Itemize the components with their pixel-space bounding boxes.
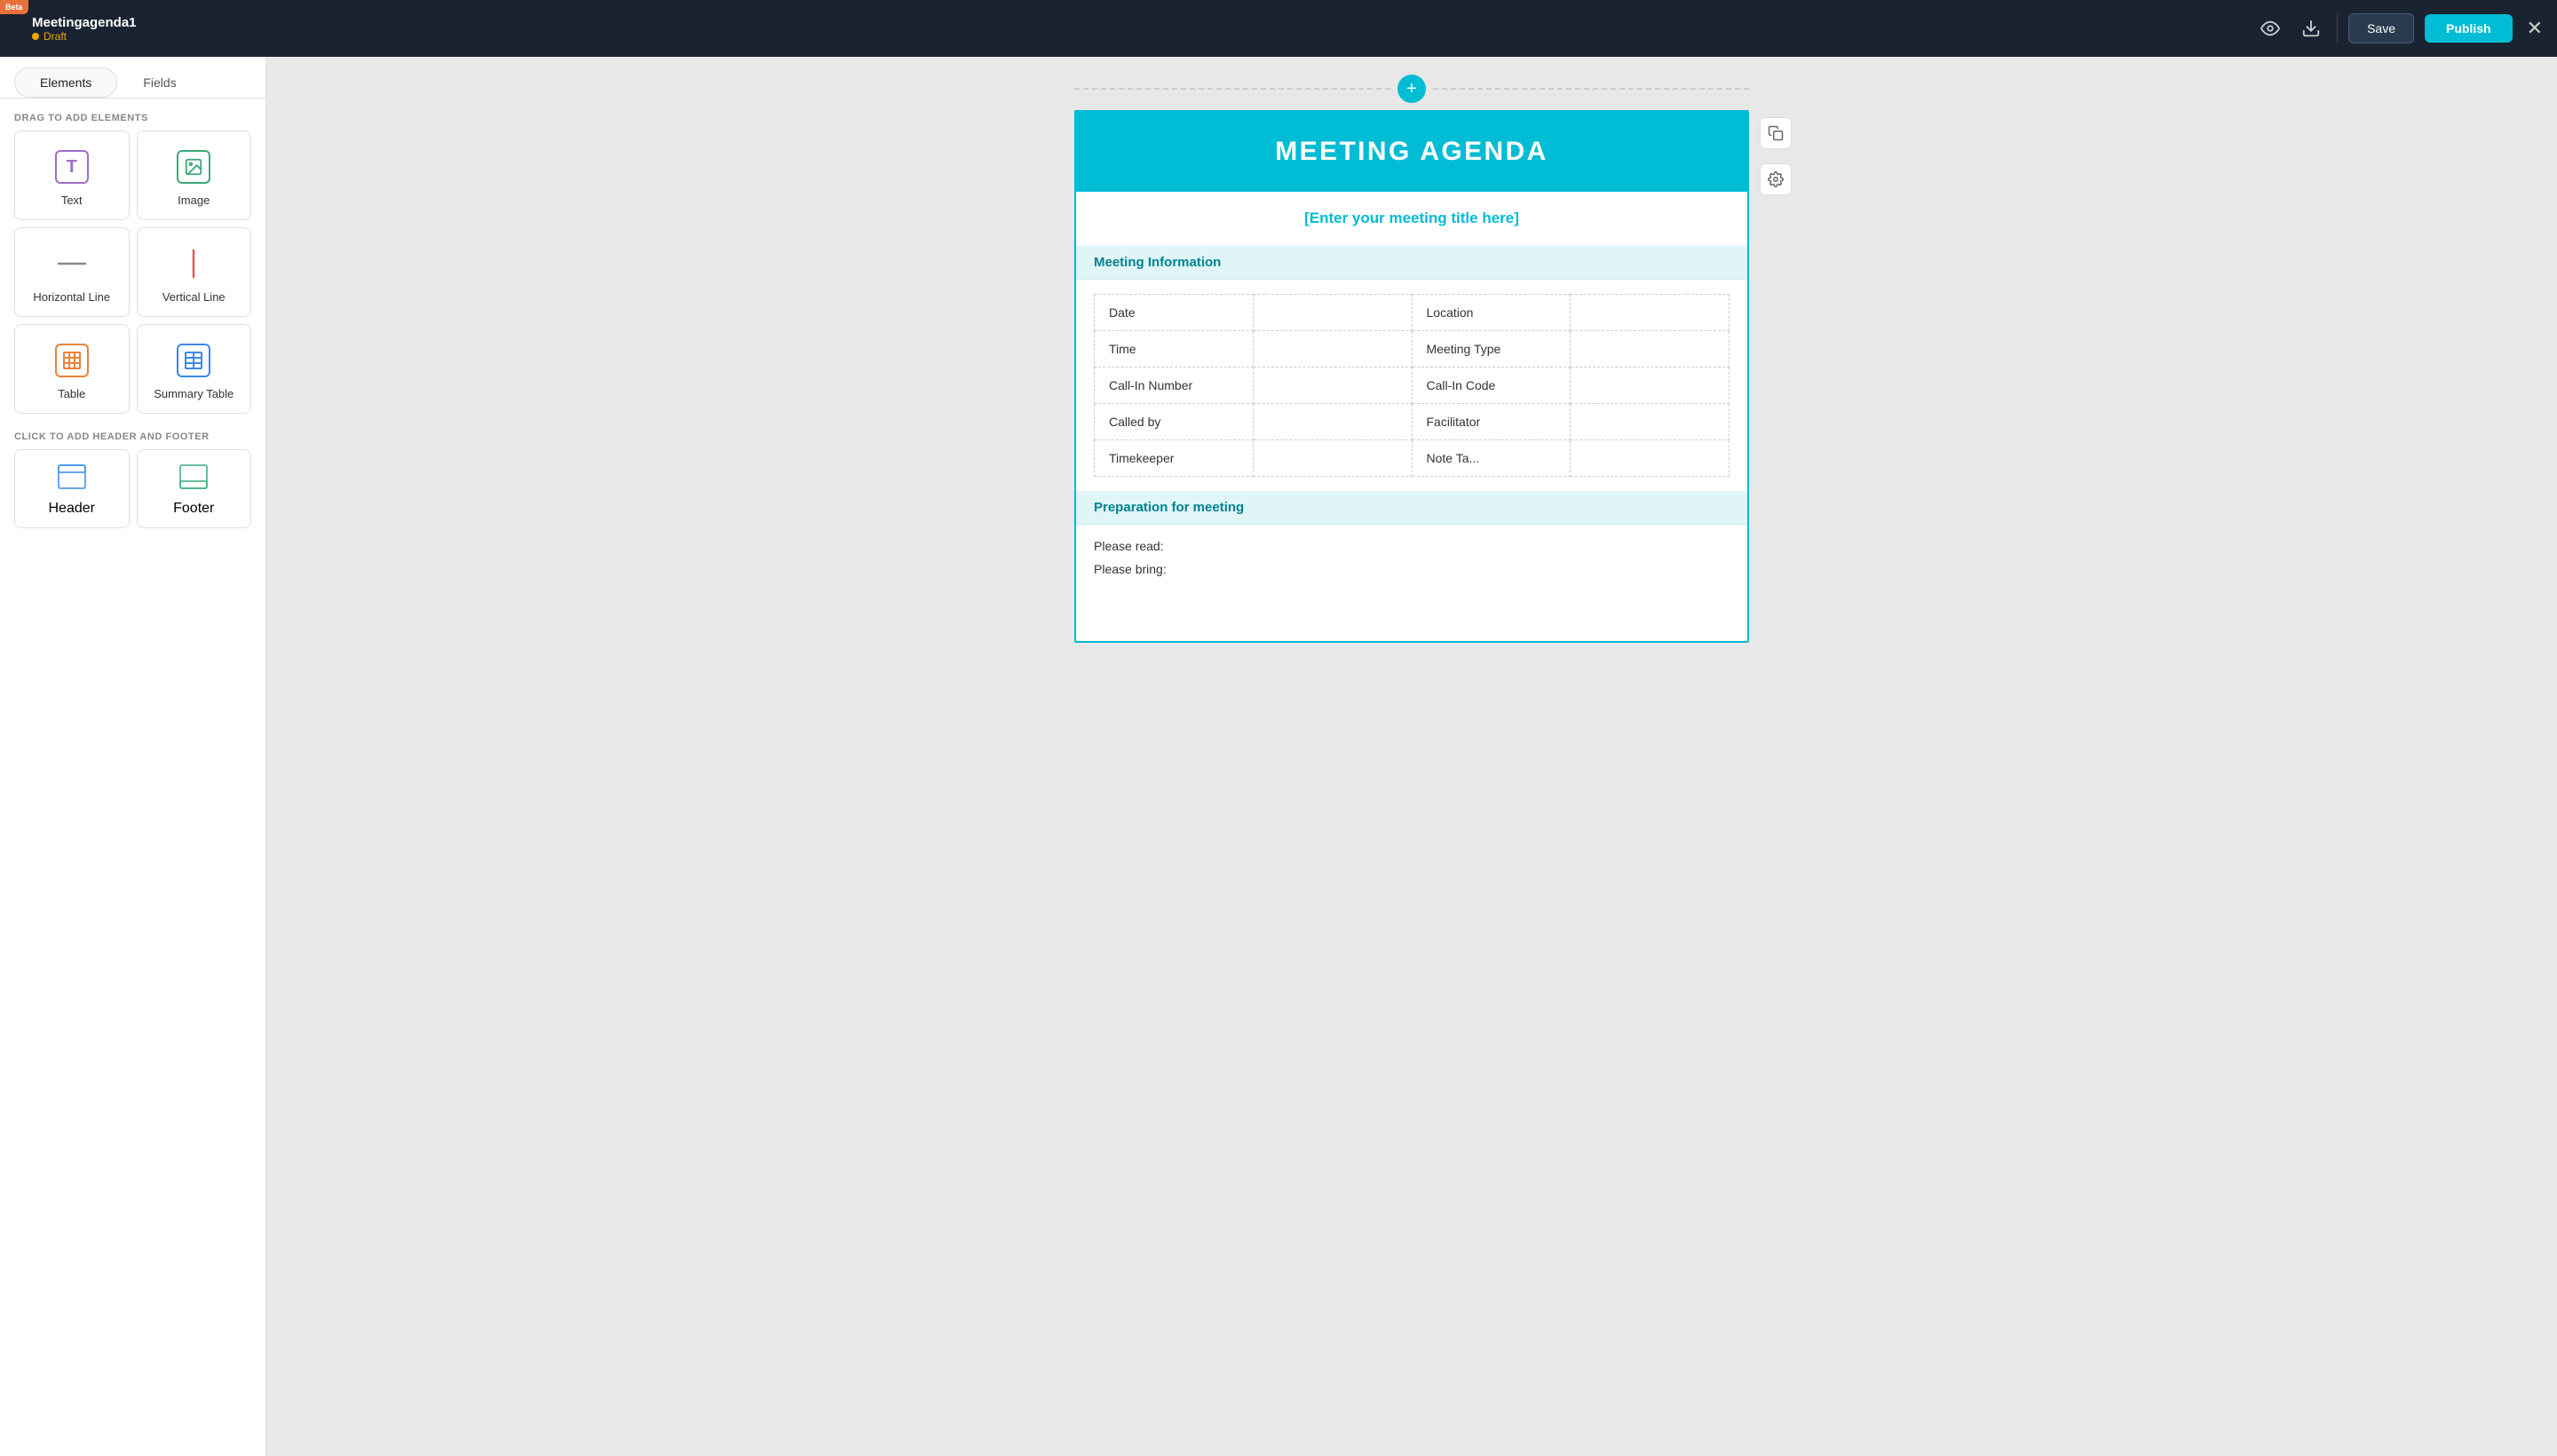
table-cell-callin-value[interactable] <box>1253 368 1412 404</box>
tab-elements[interactable]: Elements <box>14 67 117 98</box>
table-cell-timekeeper-label: Timekeeper <box>1095 440 1254 477</box>
document-meeting-title[interactable]: [Enter your meeting title here] <box>1076 192 1747 246</box>
publish-button[interactable]: Publish <box>2425 14 2513 43</box>
element-image[interactable]: Image <box>137 131 252 220</box>
add-footer-button[interactable]: Footer <box>137 449 252 528</box>
preparation-header: Preparation for meeting <box>1076 491 1747 525</box>
meeting-info-header: Meeting Information <box>1076 246 1747 280</box>
table-row: Call-In Number Call-In Code <box>1095 368 1730 404</box>
canvas-area[interactable]: + MEETING AGENDA <box>266 57 2557 1456</box>
status-dot <box>32 33 39 40</box>
table-row: Timekeeper Note Ta... <box>1095 440 1730 477</box>
main-layout: Elements Fields DRAG TO ADD ELEMENTS T T… <box>0 57 2557 1456</box>
element-vline-label: Vertical Line <box>162 290 226 304</box>
element-table[interactable]: Table <box>14 324 130 414</box>
document-title: Meetingagenda1 <box>32 15 137 30</box>
table-cell-location-label: Location <box>1412 295 1571 331</box>
preview-button[interactable] <box>2255 13 2285 44</box>
table-cell-notetaker-value[interactable] <box>1571 440 1730 477</box>
click-section-label: CLICK TO ADD HEADER AND FOOTER <box>0 414 265 449</box>
prep-bring[interactable]: Please bring: <box>1094 562 1730 576</box>
status-label: Draft <box>44 30 67 43</box>
element-horizontal-line[interactable]: Horizontal Line <box>14 227 130 317</box>
table-row: Called by Facilitator <box>1095 404 1730 440</box>
prep-read[interactable]: Please read: <box>1094 539 1730 553</box>
meeting-info-title: Meeting Information <box>1094 255 1730 270</box>
copy-button[interactable] <box>1760 117 1792 149</box>
element-vertical-line[interactable]: Vertical Line <box>137 227 252 317</box>
meeting-info-table: Date Location Time Meeting Type Call-In … <box>1094 294 1730 477</box>
element-text-label: Text <box>61 194 83 207</box>
preparation-title: Preparation for meeting <box>1094 500 1730 515</box>
table-cell-location-value[interactable] <box>1571 295 1730 331</box>
table-cell-timekeeper-value[interactable] <box>1253 440 1412 477</box>
element-image-label: Image <box>178 194 210 207</box>
sidebar: Elements Fields DRAG TO ADD ELEMENTS T T… <box>0 57 266 1456</box>
hline-element-icon <box>54 246 90 281</box>
table-cell-facilitator-label: Facilitator <box>1412 404 1571 440</box>
footer-elements-grid: Header Footer <box>0 449 265 546</box>
topbar-title-area: Meetingagenda1 Draft <box>32 15 137 43</box>
element-hline-label: Horizontal Line <box>33 290 110 304</box>
settings-button[interactable] <box>1760 163 1792 195</box>
header-icon <box>58 464 86 494</box>
download-button[interactable] <box>2296 13 2326 44</box>
add-row-line-left <box>1074 88 1390 90</box>
table-cell-meetingtype-value[interactable] <box>1571 331 1730 368</box>
element-summary-label: Summary Table <box>154 387 234 400</box>
document-banner-title: MEETING AGENDA <box>1094 137 1730 167</box>
footer-icon <box>179 464 208 494</box>
add-element-button[interactable]: + <box>1397 75 1426 103</box>
close-button[interactable]: ✕ <box>2527 17 2543 40</box>
elements-grid: T Text Image <box>0 131 265 414</box>
meeting-title-text: [Enter your meeting title here] <box>1304 210 1519 226</box>
drag-section-label: DRAG TO ADD ELEMENTS <box>0 99 265 131</box>
table-cell-callcode-value[interactable] <box>1571 368 1730 404</box>
header-label: Header <box>49 501 95 517</box>
table-row: Time Meeting Type <box>1095 331 1730 368</box>
document: MEETING AGENDA [Enter your meeting title… <box>1074 110 1749 643</box>
topbar-actions: Save Publish ✕ <box>2255 13 2543 44</box>
topbar-divider <box>2337 14 2338 43</box>
save-button[interactable]: Save <box>2348 13 2414 44</box>
table-row: Date Location <box>1095 295 1730 331</box>
table-cell-time-label: Time <box>1095 331 1254 368</box>
footer-label: Footer <box>173 501 214 517</box>
summary-table-element-icon <box>176 343 211 378</box>
text-element-icon: T <box>54 149 90 185</box>
preparation-section: Please read: Please bring: <box>1076 525 1747 592</box>
table-cell-calledby-label: Called by <box>1095 404 1254 440</box>
add-row-line-right <box>1433 88 1749 90</box>
image-element-icon <box>176 149 211 185</box>
table-cell-callcode-label: Call-In Code <box>1412 368 1571 404</box>
vline-element-icon <box>176 246 211 281</box>
document-banner: MEETING AGENDA <box>1076 112 1747 192</box>
element-table-label: Table <box>58 387 85 400</box>
table-cell-callin-label: Call-In Number <box>1095 368 1254 404</box>
add-header-button[interactable]: Header <box>14 449 130 528</box>
element-summary-table[interactable]: Summary Table <box>137 324 252 414</box>
element-text[interactable]: T Text <box>14 131 130 220</box>
topbar: Beta Meetingagenda1 Draft Save Publish ✕ <box>0 0 2557 57</box>
add-element-row-top: + <box>1074 75 1749 103</box>
table-element-icon <box>54 343 90 378</box>
document-wrapper: MEETING AGENDA [Enter your meeting title… <box>1074 110 1749 643</box>
tab-fields[interactable]: Fields <box>117 67 202 98</box>
table-cell-date-label: Date <box>1095 295 1254 331</box>
table-cell-date-value[interactable] <box>1253 295 1412 331</box>
table-cell-time-value[interactable] <box>1253 331 1412 368</box>
table-cell-calledby-value[interactable] <box>1253 404 1412 440</box>
table-cell-facilitator-value[interactable] <box>1571 404 1730 440</box>
table-cell-meetingtype-label: Meeting Type <box>1412 331 1571 368</box>
document-status: Draft <box>32 30 137 43</box>
table-cell-notetaker-label: Note Ta... <box>1412 440 1571 477</box>
tab-bar: Elements Fields <box>0 57 265 99</box>
beta-badge: Beta <box>0 0 28 14</box>
